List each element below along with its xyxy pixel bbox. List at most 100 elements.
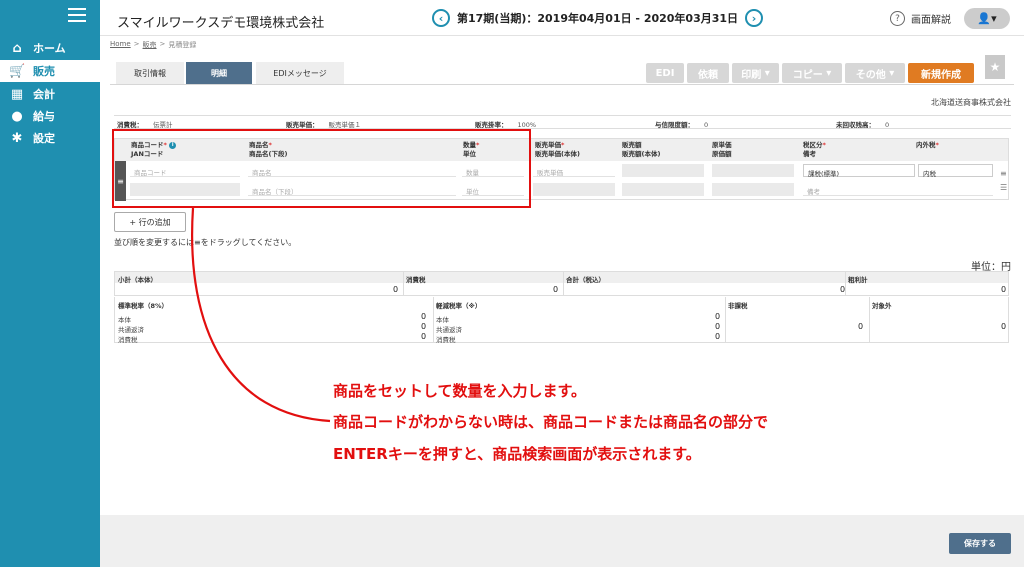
- breadcrumb-home[interactable]: Home: [110, 40, 131, 50]
- cost-amount-field: [712, 183, 794, 196]
- sales-amount-field: [622, 164, 704, 177]
- customer-name: 北海道送商事株式会社: [931, 98, 1011, 107]
- star-icon: ★: [989, 60, 1001, 74]
- tab-details[interactable]: 明細: [186, 62, 252, 84]
- header-tax-inclusion: 内外税*: [916, 141, 939, 149]
- reduced-body-label: 本体: [436, 316, 449, 324]
- product-code-input[interactable]: 商品コード: [130, 164, 240, 177]
- quantity-input[interactable]: 数量: [462, 164, 524, 177]
- copy-button[interactable]: コピー ▾: [782, 63, 842, 83]
- row-drag-handle[interactable]: ≡: [115, 161, 126, 201]
- caret-down-icon: ▾: [761, 67, 770, 79]
- footer-bar: [100, 515, 1024, 567]
- breadcrumb: Home > 販売 > 見積登録: [110, 40, 196, 50]
- std-common-value: 0: [421, 322, 427, 331]
- sales-price-net-field: [533, 183, 615, 196]
- std-tax-label: 消費税: [118, 336, 138, 344]
- row-menu-icon[interactable]: ☰: [1000, 183, 1007, 192]
- reduced-common-value: 0: [715, 322, 721, 331]
- print-button[interactable]: 印刷 ▾: [732, 63, 779, 83]
- gross-profit-value: 0: [1001, 285, 1007, 294]
- favorite-button[interactable]: ★: [985, 55, 1005, 79]
- drag-hint: 並び順を変更するには≡をドラッグしてください。: [114, 238, 297, 247]
- help-icon: ?: [890, 11, 905, 26]
- user-icon: 👤▾: [977, 12, 997, 25]
- std-tax-value: 0: [421, 332, 427, 341]
- header-quantity: 数量* 単位: [463, 141, 480, 158]
- sidebar-item-accounting[interactable]: ▦ 会計: [0, 83, 100, 105]
- other-label: その他: [855, 69, 886, 81]
- unit-input[interactable]: 単位: [462, 183, 524, 196]
- product-name-lower-input[interactable]: 商品名（下段）: [248, 183, 456, 196]
- tax-label: 消費税：: [117, 121, 143, 129]
- unpaid-value: 0: [885, 121, 890, 129]
- tab-trade-info[interactable]: 取引情報: [116, 62, 184, 84]
- credit-label: 与信限度額：: [655, 121, 694, 129]
- add-row-button[interactable]: + 行の追加: [114, 212, 186, 232]
- header-sales-amount: 販売額 販売額(本体): [622, 141, 661, 158]
- memo-input[interactable]: 備考: [803, 183, 993, 196]
- tab-edi-message[interactable]: EDIメッセージ: [256, 62, 344, 84]
- std-common-label: 共通返済: [118, 326, 144, 334]
- unpaid-label: 未回収残高：: [836, 121, 875, 129]
- period-nav: ‹ 第17期(当期)：2019年04月01日 - 2020年03月31日 ›: [432, 9, 764, 27]
- jan-code-input[interactable]: [130, 183, 240, 196]
- sidebar-item-home[interactable]: ⌂ ホーム: [0, 37, 100, 59]
- sidebar-item-sales[interactable]: 🛒 販売: [0, 60, 100, 82]
- price-label: 販売単価：: [286, 121, 319, 129]
- header-cost: 原単価 原価額: [712, 141, 732, 158]
- help-label: 画面解説: [911, 15, 951, 26]
- product-name-input[interactable]: 商品名: [248, 164, 456, 177]
- annotation-line-3: ENTERキーを押すと、商品検索画面が表示されます。: [333, 445, 701, 463]
- credit-value: 0: [704, 121, 709, 129]
- cart-icon: 🛒: [9, 63, 26, 79]
- hamburger-menu-icon[interactable]: [68, 8, 86, 22]
- user-menu-button[interactable]: 👤▾: [964, 8, 1010, 29]
- row-drag-icon[interactable]: ≡: [1000, 169, 1007, 178]
- sidebar-item-settings[interactable]: ✱ 設定: [0, 127, 100, 149]
- help-link[interactable]: ? 画面解説: [890, 11, 951, 26]
- breadcrumb-sales[interactable]: 販売: [143, 40, 157, 50]
- new-button[interactable]: 新規作成: [908, 63, 974, 83]
- calculator-icon: ▦: [10, 86, 24, 102]
- tax-breakdown-table: 標準税率（8%） 軽減税率（※） 非課税 対象外 本体 共通返済 消費税 0 0…: [114, 297, 1009, 344]
- print-label: 印刷: [741, 69, 762, 81]
- sidebar-item-label: 設定: [33, 132, 55, 145]
- caret-down-icon: ▾: [822, 67, 832, 79]
- tax-category-select[interactable]: 課税(標準): [803, 164, 915, 178]
- reduced-rate-label: 軽減税率（※）: [436, 302, 482, 310]
- grand-total-label: 合計（税込）: [566, 276, 605, 284]
- info-icon[interactable]: i: [169, 141, 177, 149]
- breadcrumb-current: 見積登録: [168, 41, 197, 49]
- copy-label: コピー: [792, 69, 823, 81]
- next-period-button[interactable]: ›: [745, 9, 764, 27]
- reduced-tax-label: 消費税: [436, 336, 456, 344]
- reduced-body-value: 0: [715, 312, 721, 321]
- home-icon: ⌂: [12, 40, 22, 56]
- caret-down-icon: ▾: [885, 67, 895, 79]
- rate-label: 販売掛率：: [475, 121, 508, 129]
- tax-inclusion-select[interactable]: 内税: [918, 164, 993, 178]
- other-button[interactable]: その他 ▾: [845, 63, 905, 83]
- cost-price-field: [712, 164, 794, 177]
- request-button[interactable]: 依頼: [687, 63, 729, 83]
- sidebar-item-label: ホーム: [33, 42, 66, 55]
- chevron-left-icon: ‹: [438, 11, 444, 25]
- prev-period-button[interactable]: ‹: [432, 9, 450, 27]
- gear-icon: ✱: [11, 130, 23, 146]
- edi-button[interactable]: EDI: [646, 63, 684, 83]
- reduced-tax-value: 0: [715, 332, 721, 341]
- sidebar-item-payroll[interactable]: ● 給与: [0, 105, 100, 127]
- period-label: 第17期(当期)：2019年04月01日 - 2020年03月31日: [457, 12, 739, 25]
- annotation-line-2: 商品コードがわからない時は、商品コードまたは商品名の部分で: [333, 413, 769, 431]
- money-bag-icon: ●: [11, 108, 23, 124]
- save-button[interactable]: 保存する: [949, 533, 1011, 554]
- sales-price-input[interactable]: 販売単価: [533, 164, 615, 177]
- breadcrumb-separator: >: [133, 40, 140, 48]
- price-value: 販売単価１: [328, 121, 362, 129]
- info-bar: 消費税： 伝票計 販売単価： 販売単価１ 販売掛率： 100% 与信限度額： 0 未回収…: [114, 115, 1011, 129]
- header-tax-category: 税区分* 備考: [803, 141, 826, 158]
- sidebar: ⌂ ホーム 🛒 販売 ▦ 会計 ● 給与 ✱ 設定: [0, 0, 100, 567]
- exempt-value: 0: [1001, 322, 1007, 331]
- chevron-right-icon: ›: [751, 11, 757, 25]
